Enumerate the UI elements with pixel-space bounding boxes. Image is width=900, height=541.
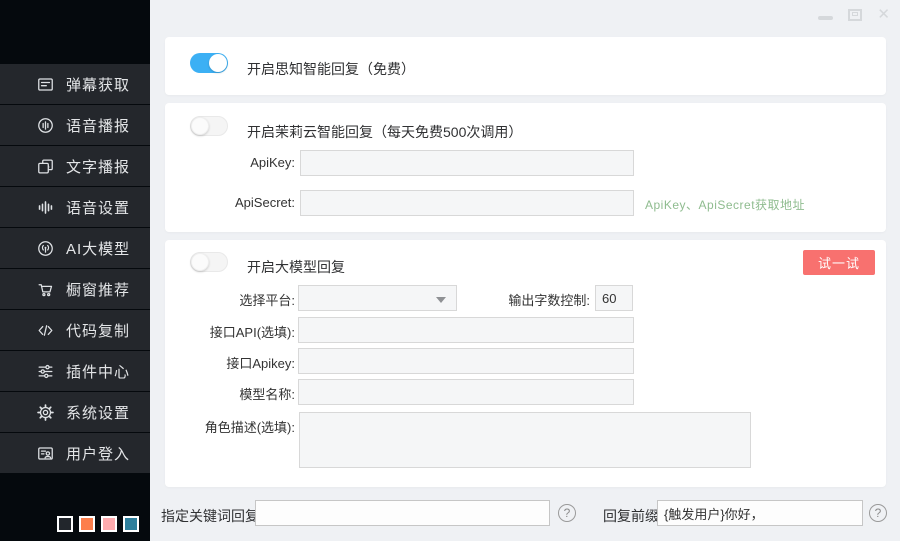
theme-swatch-dark[interactable] bbox=[57, 516, 73, 532]
wordcount-input[interactable] bbox=[595, 285, 633, 311]
platform-select[interactable] bbox=[298, 285, 457, 311]
sidebar-item-label: AI大模型 bbox=[66, 238, 130, 259]
apikey-input[interactable] bbox=[300, 150, 634, 176]
ai-model-icon bbox=[36, 239, 55, 258]
danmaku-icon bbox=[36, 75, 55, 94]
wordcount-label: 输出字数控制: bbox=[460, 290, 590, 309]
sidebar: 弹幕获取 语音播报 A 文字播报 语音设置 AI大模型 bbox=[0, 0, 150, 541]
code-copy-icon bbox=[36, 321, 55, 340]
sidebar-item-user-login[interactable]: 用户登入 bbox=[0, 433, 150, 473]
voice-broadcast-icon bbox=[36, 116, 55, 135]
keyword-reply-input[interactable] bbox=[255, 500, 550, 526]
sidebar-item-code-copy[interactable]: 代码复制 bbox=[0, 310, 150, 350]
chevron-down-icon bbox=[436, 297, 446, 303]
sidebar-menu: 弹幕获取 语音播报 A 文字播报 语音设置 AI大模型 bbox=[0, 64, 150, 474]
shop-cart-icon bbox=[36, 280, 55, 299]
apikey-label: ApiKey: bbox=[165, 155, 295, 170]
role-desc-textarea[interactable] bbox=[299, 412, 751, 468]
theme-swatch-orange[interactable] bbox=[79, 516, 95, 532]
toggle-knob bbox=[191, 117, 209, 135]
sidebar-item-label: 文字播报 bbox=[66, 156, 130, 177]
sidebar-item-text-broadcast[interactable]: A 文字播报 bbox=[0, 146, 150, 186]
sidebar-item-shop-window[interactable]: 橱窗推荐 bbox=[0, 269, 150, 309]
sidebar-item-voice-broadcast[interactable]: 语音播报 bbox=[0, 105, 150, 145]
toggle-knob bbox=[209, 54, 227, 72]
close-icon[interactable]: ✕ bbox=[877, 7, 890, 23]
plugin-center-icon bbox=[36, 362, 55, 381]
sizhi-toggle-label: 开启思知智能回复（免费） bbox=[247, 59, 415, 79]
keyword-help-icon[interactable]: ? bbox=[558, 504, 576, 522]
moli-toggle-label: 开启茉莉云智能回复（每天免费500次调用） bbox=[247, 122, 522, 142]
moli-panel: 开启茉莉云智能回复（每天免费500次调用） ApiKey: ApiSecret:… bbox=[165, 103, 886, 232]
gear-icon bbox=[36, 403, 55, 422]
sidebar-item-label: 插件中心 bbox=[66, 361, 130, 382]
apikey-get-link[interactable]: ApiKey、ApiSecret获取地址 bbox=[645, 196, 805, 213]
api-url-input[interactable] bbox=[298, 317, 634, 343]
sidebar-item-label: 弹幕获取 bbox=[66, 74, 130, 95]
sidebar-item-voice-settings[interactable]: 语音设置 bbox=[0, 187, 150, 227]
api-key-label: 接口Apikey: bbox=[165, 353, 295, 372]
apisecret-input[interactable] bbox=[300, 190, 634, 216]
sidebar-item-ai-model[interactable]: AI大模型 bbox=[0, 228, 150, 268]
maximize-inner-box bbox=[852, 12, 858, 16]
maximize-icon[interactable] bbox=[848, 9, 862, 21]
reply-prefix-input[interactable] bbox=[657, 500, 863, 526]
api-url-label: 接口API(选填): bbox=[165, 322, 295, 341]
role-desc-label: 角色描述(选填): bbox=[165, 417, 295, 436]
sidebar-item-label: 代码复制 bbox=[66, 320, 130, 341]
bigmodel-panel: 开启大模型回复 试一试 选择平台: 输出字数控制: 接口API(选填): 接口A… bbox=[165, 240, 886, 487]
prefix-help-icon[interactable]: ? bbox=[869, 504, 887, 522]
window-controls: ✕ bbox=[818, 7, 890, 23]
sidebar-item-label: 橱窗推荐 bbox=[66, 279, 130, 300]
sidebar-item-label: 语音播报 bbox=[66, 115, 130, 136]
sidebar-item-system-settings[interactable]: 系统设置 bbox=[0, 392, 150, 432]
sidebar-item-label: 语音设置 bbox=[66, 197, 130, 218]
text-broadcast-icon: A bbox=[36, 157, 55, 176]
apisecret-label: ApiSecret: bbox=[165, 195, 295, 210]
theme-swatches bbox=[57, 516, 139, 532]
theme-swatch-pink[interactable] bbox=[101, 516, 117, 532]
reply-prefix-label: 回复前缀 bbox=[603, 506, 659, 526]
api-key-input[interactable] bbox=[298, 348, 634, 374]
minimize-icon[interactable] bbox=[818, 16, 833, 20]
sizhi-panel: 开启思知智能回复（免费） bbox=[165, 37, 886, 95]
sidebar-item-label: 系统设置 bbox=[66, 402, 130, 423]
user-login-icon bbox=[36, 444, 55, 463]
theme-swatch-teal[interactable] bbox=[123, 516, 139, 532]
model-name-label: 模型名称: bbox=[165, 384, 295, 403]
toggle-knob bbox=[191, 253, 209, 271]
sidebar-item-danmaku[interactable]: 弹幕获取 bbox=[0, 64, 150, 104]
moli-toggle[interactable] bbox=[190, 116, 228, 136]
bigmodel-toggle[interactable] bbox=[190, 252, 228, 272]
model-name-input[interactable] bbox=[298, 379, 634, 405]
keyword-reply-label: 指定关键词回复 bbox=[161, 506, 259, 526]
platform-label: 选择平台: bbox=[165, 290, 295, 309]
bigmodel-toggle-label: 开启大模型回复 bbox=[247, 257, 345, 277]
sidebar-item-label: 用户登入 bbox=[66, 443, 130, 464]
sizhi-toggle[interactable] bbox=[190, 53, 228, 73]
sidebar-item-plugin-center[interactable]: 插件中心 bbox=[0, 351, 150, 391]
try-button[interactable]: 试一试 bbox=[803, 250, 875, 275]
voice-settings-icon bbox=[36, 198, 55, 217]
